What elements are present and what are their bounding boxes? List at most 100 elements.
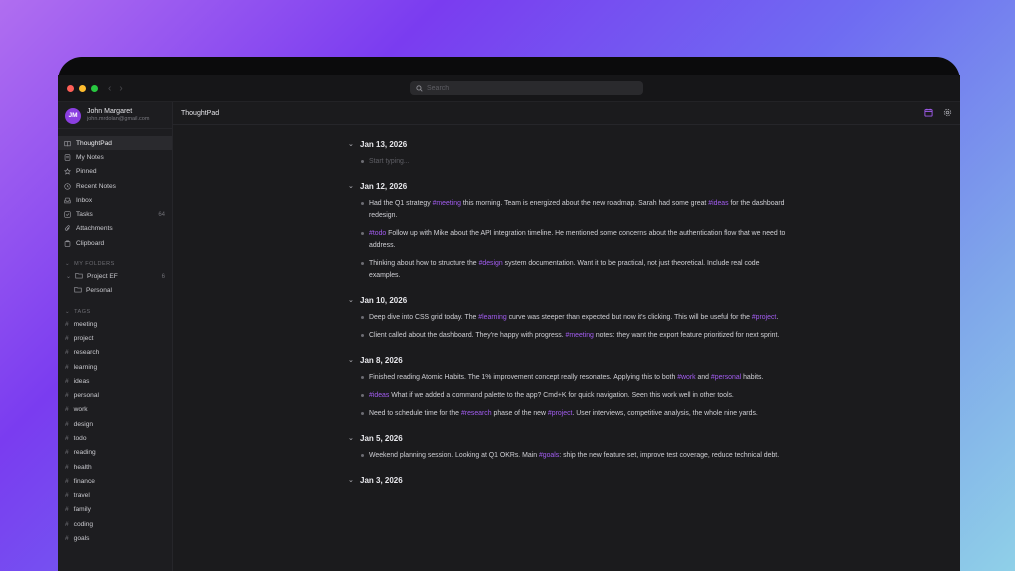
tags-section-header[interactable]: ⌄ TAGS xyxy=(58,307,172,317)
minimize-window-button[interactable] xyxy=(79,84,86,92)
tag-label: design xyxy=(73,420,94,428)
sidebar-item-inbox[interactable]: Inbox xyxy=(58,193,172,207)
inline-tag[interactable]: #meeting xyxy=(433,200,461,207)
tag-item-travel[interactable]: # travel xyxy=(58,489,172,503)
tag-item-meeting[interactable]: # meeting xyxy=(58,317,172,331)
folder-icon xyxy=(75,272,83,281)
note-entry[interactable]: Deep dive into CSS grid today. The #lear… xyxy=(348,312,788,324)
tag-list: # meeting # project # research # learning # ideas… xyxy=(58,317,172,546)
folder-item-project-ef[interactable]: ⌄ Project EF 6 xyxy=(58,269,172,283)
tag-item-personal[interactable]: # personal xyxy=(58,388,172,402)
chevron-down-icon[interactable]: ⌄ xyxy=(348,296,354,304)
day-header[interactable]: ⌄ Jan 8, 2026 xyxy=(348,354,788,366)
inline-tag[interactable]: #ideas xyxy=(708,200,728,207)
tag-item-research[interactable]: # research xyxy=(58,346,172,360)
folder-item-personal[interactable]: Personal xyxy=(58,284,172,298)
note-text: and xyxy=(695,374,711,381)
sidebar-item-thoughtpad[interactable]: ThoughtPad xyxy=(58,136,172,151)
note-text: phase of the new xyxy=(491,410,548,417)
day-header[interactable]: ⌄ Jan 10, 2026 xyxy=(348,294,788,306)
main-content: ThoughtPad ⌄ Jan 13, 2026 Start typing... ⌄… xyxy=(173,102,960,571)
calendar-icon[interactable] xyxy=(924,108,933,117)
note-entry[interactable]: Had the Q1 strategy #meeting this mornin… xyxy=(348,198,788,222)
folder-label: Personal xyxy=(86,287,113,295)
note-entry[interactable]: Thinking about how to structure the #des… xyxy=(348,258,788,282)
new-note-input[interactable]: Start typing... xyxy=(348,156,788,168)
tag-item-family[interactable]: # family xyxy=(58,503,172,517)
tag-item-reading[interactable]: # reading xyxy=(58,446,172,460)
note-entry[interactable]: Weekend planning session. Looking at Q1 … xyxy=(348,450,788,462)
tag-item-learning[interactable]: # learning xyxy=(58,360,172,374)
tag-label: meeting xyxy=(73,320,98,328)
inline-tag[interactable]: #work xyxy=(677,374,695,381)
sidebar-item-label: Inbox xyxy=(76,196,93,204)
chevron-down-icon[interactable]: ⌄ xyxy=(348,182,354,190)
sidebar-item-recent-notes[interactable]: Recent Notes xyxy=(58,179,172,193)
inline-tag[interactable]: #research xyxy=(461,410,492,417)
back-arrow-icon[interactable]: ‹ xyxy=(108,83,111,94)
avatar[interactable]: JM xyxy=(65,107,81,124)
sidebar-item-label: Attachments xyxy=(76,225,113,233)
note-entry[interactable]: Need to schedule time for the #research … xyxy=(348,408,788,420)
chevron-down-icon[interactable]: ⌄ xyxy=(66,273,71,280)
chevron-down-icon[interactable]: ⌄ xyxy=(348,356,354,364)
note-text: this morning. Team is energized about th… xyxy=(460,200,709,207)
folders-section-header[interactable]: ⌄ MY FOLDERS xyxy=(58,259,172,269)
note-text: Deep dive into CSS grid today. The xyxy=(369,314,479,321)
search-input[interactable] xyxy=(427,84,627,92)
day-header[interactable]: ⌄ Jan 5, 2026 xyxy=(348,432,788,444)
inline-tag[interactable]: #todo xyxy=(369,230,386,237)
day-header[interactable]: ⌄ Jan 12, 2026 xyxy=(348,180,788,192)
day-header[interactable]: ⌄ Jan 3, 2026 xyxy=(348,474,788,486)
tag-item-todo[interactable]: # todo xyxy=(58,431,172,445)
note-entry[interactable]: Finished reading Atomic Habits. The 1% i… xyxy=(348,372,788,384)
inline-tag[interactable]: #project xyxy=(752,314,777,321)
tag-item-goals[interactable]: # goals xyxy=(58,531,172,545)
tag-item-coding[interactable]: # coding xyxy=(58,517,172,531)
tag-label: coding xyxy=(73,520,94,528)
search-bar[interactable] xyxy=(410,81,643,95)
note-text: Finished reading Atomic Habits. The 1% i… xyxy=(369,374,678,381)
sidebar-item-label: Tasks xyxy=(76,211,93,219)
day-date: Jan 10, 2026 xyxy=(360,295,408,305)
close-window-button[interactable] xyxy=(67,84,74,92)
maximize-window-button[interactable] xyxy=(91,84,98,92)
note-entry[interactable]: #ideas What if we added a command palett… xyxy=(348,390,788,402)
sidebar-item-attachments[interactable]: Attachments xyxy=(58,222,172,236)
sidebar-item-my-notes[interactable]: My Notes xyxy=(58,150,172,164)
inline-tag[interactable]: #ideas xyxy=(369,392,389,399)
tag-item-finance[interactable]: # finance xyxy=(58,474,172,488)
note-entry[interactable]: Client called about the dashboard. They'… xyxy=(348,330,788,342)
inline-tag[interactable]: #goals xyxy=(539,452,559,459)
hash-icon: # xyxy=(65,420,69,428)
inline-tag[interactable]: #personal xyxy=(711,374,741,381)
forward-arrow-icon[interactable]: › xyxy=(119,83,122,94)
tag-item-work[interactable]: # work xyxy=(58,403,172,417)
hash-icon: # xyxy=(65,477,69,485)
chevron-down-icon[interactable]: ⌄ xyxy=(348,140,354,148)
tag-item-project[interactable]: # project xyxy=(58,331,172,345)
inline-tag[interactable]: #meeting xyxy=(566,332,594,339)
page-title: ThoughtPad xyxy=(181,109,220,117)
inline-tag[interactable]: #project xyxy=(548,410,573,417)
inline-tag[interactable]: #learning xyxy=(478,314,506,321)
notes-icon xyxy=(64,154,71,161)
chevron-down-icon[interactable]: ⌄ xyxy=(348,434,354,442)
hash-icon: # xyxy=(65,349,69,357)
checkbox-icon xyxy=(64,211,71,218)
tag-item-design[interactable]: # design xyxy=(58,417,172,431)
chevron-down-icon[interactable]: ⌄ xyxy=(348,476,354,484)
sidebar-item-clipboard[interactable]: Clipboard xyxy=(58,236,172,250)
inline-tag[interactable]: #design xyxy=(479,260,503,267)
clock-icon xyxy=(64,182,71,190)
tag-item-health[interactable]: # health xyxy=(58,460,172,474)
settings-icon[interactable] xyxy=(943,108,952,117)
sidebar-item-pinned[interactable]: Pinned xyxy=(58,165,172,179)
note-entry[interactable]: #todo Follow up with Mike about the API … xyxy=(348,228,788,252)
sidebar-item-label: Clipboard xyxy=(76,239,105,247)
chevron-down-icon: ⌄ xyxy=(65,261,71,268)
sidebar-item-tasks[interactable]: Tasks 64 xyxy=(58,207,172,221)
day-header[interactable]: ⌄ Jan 13, 2026 xyxy=(348,138,788,150)
user-profile[interactable]: JM John Margaret john.mrdolan@gmail.com xyxy=(58,102,172,129)
tag-item-ideas[interactable]: # ideas xyxy=(58,374,172,388)
